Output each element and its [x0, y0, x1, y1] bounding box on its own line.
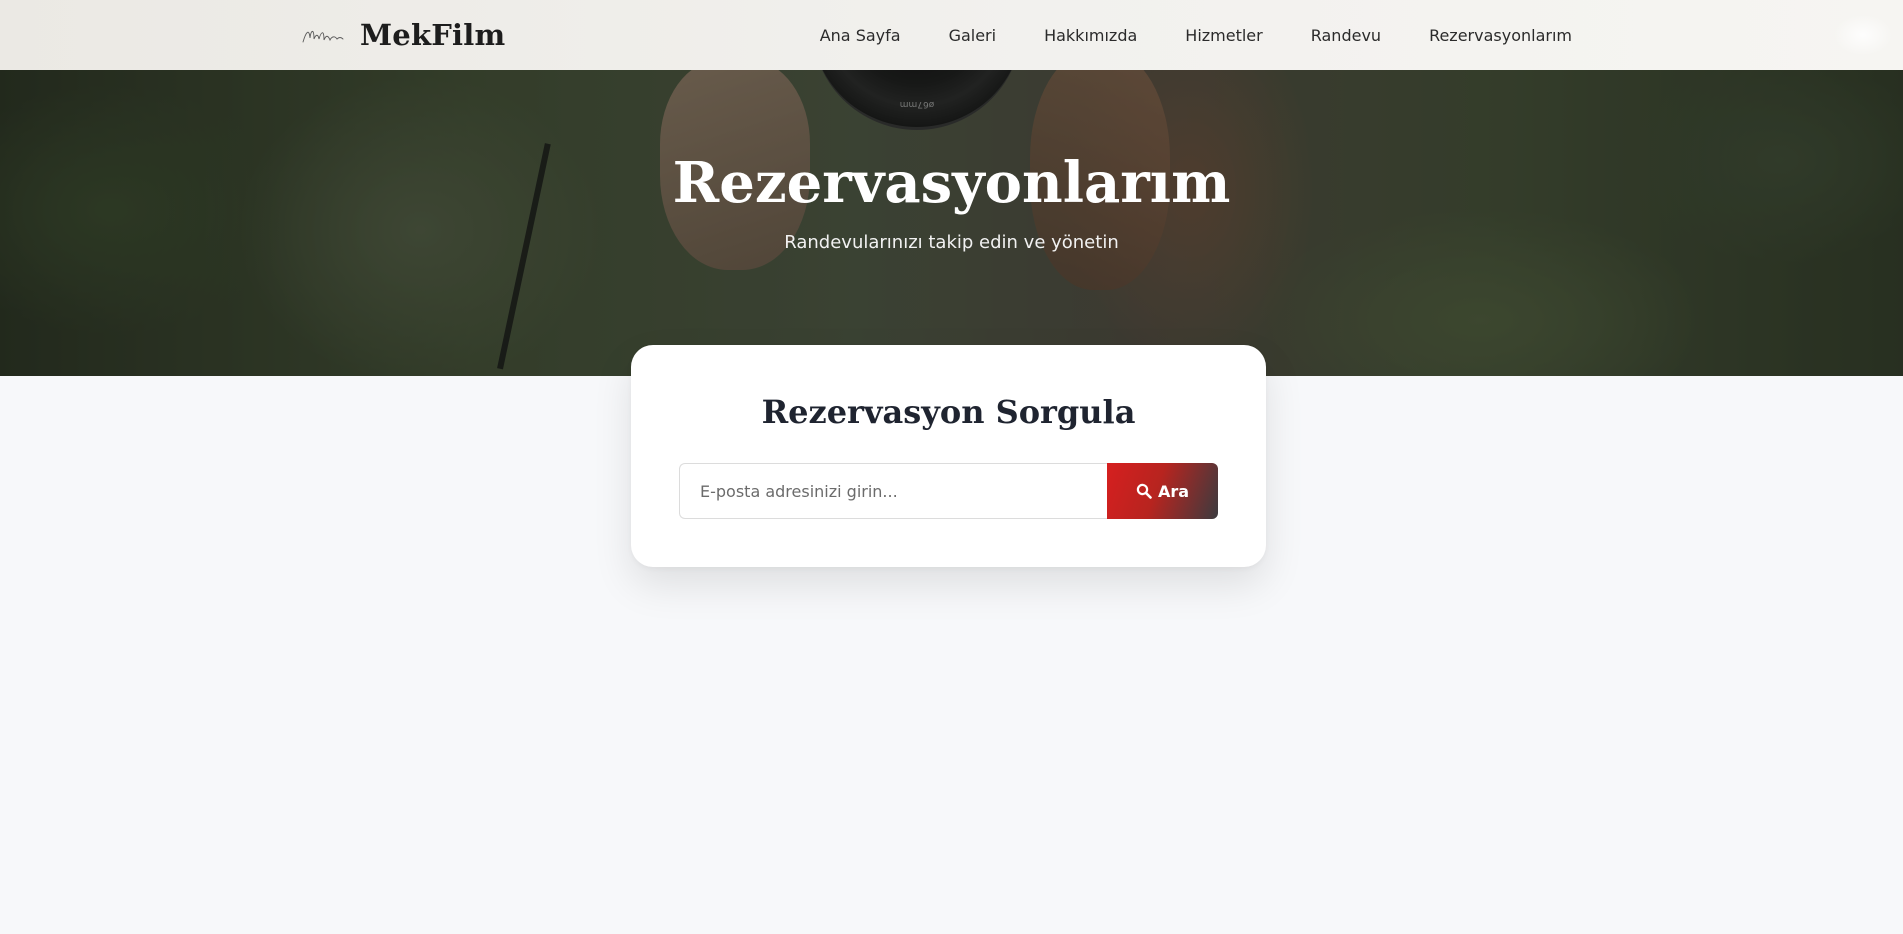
search-button-label: Ara: [1157, 481, 1190, 501]
nav-item-rezervasyonlarim[interactable]: Rezervasyonlarım: [1429, 26, 1572, 45]
search-icon: [1136, 483, 1152, 499]
header-highlight: [1833, 14, 1893, 56]
signature-logo-icon: [302, 30, 344, 43]
hero-banner: ø67mm Rezervasyonlarım Randevularınızı t…: [0, 70, 1903, 376]
nav-item-galeri[interactable]: Galeri: [949, 26, 997, 45]
search-form: Ara: [679, 463, 1218, 519]
brand-name: MekFilm: [360, 18, 506, 52]
page-title: Rezervasyonlarım: [672, 150, 1231, 216]
nav-item-hakkimizda[interactable]: Hakkımızda: [1044, 26, 1137, 45]
main-nav: Ana Sayfa Galeri Hakkımızda Hizmetler Ra…: [820, 0, 1572, 70]
site-header: MekFilm Ana Sayfa Galeri Hakkımızda Hizm…: [0, 0, 1903, 70]
nav-item-hizmetler[interactable]: Hizmetler: [1185, 26, 1262, 45]
search-button[interactable]: Ara: [1107, 463, 1218, 519]
email-search-input[interactable]: [679, 463, 1107, 519]
nav-item-randevu[interactable]: Randevu: [1311, 26, 1381, 45]
hero-overlay: [0, 70, 1903, 376]
card-title: Rezervasyon Sorgula: [761, 393, 1136, 431]
page-subtitle: Randevularınızı takip edin ve yönetin: [784, 232, 1119, 253]
brand-logo[interactable]: MekFilm: [300, 0, 505, 70]
nav-item-ana-sayfa[interactable]: Ana Sayfa: [820, 26, 901, 45]
reservation-search-card: Rezervasyon Sorgula Ara: [631, 345, 1266, 567]
